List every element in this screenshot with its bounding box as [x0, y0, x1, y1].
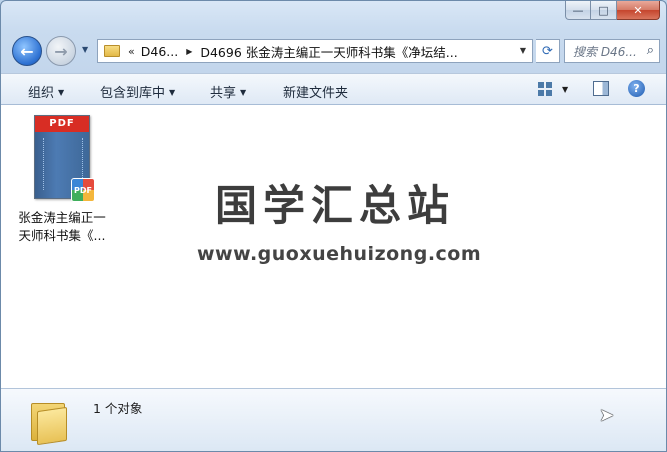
- address-dropdown-icon[interactable]: ▼: [520, 46, 526, 55]
- include-in-library-label: 包含到库中: [100, 86, 166, 101]
- breadcrumb-separator-icon[interactable]: ▶: [186, 47, 192, 56]
- file-name[interactable]: 张金涛主编正一 天师科书集《...: [11, 209, 113, 245]
- refresh-icon: ⟳: [542, 43, 553, 59]
- chevron-down-icon: ▼: [240, 88, 247, 97]
- share-label: 共享: [210, 86, 237, 101]
- pdf-app-badge-icon: PDF: [71, 178, 95, 202]
- recent-pages-dropdown-icon[interactable]: ▼: [82, 45, 88, 54]
- organize-label: 组织: [28, 86, 55, 101]
- chevron-down-icon: ▼: [169, 88, 176, 97]
- folder-icon: [104, 45, 120, 57]
- explorer-window: — □ ✕ ← → ▼ « D46... ▶ D4696 张金涛主编正一天师科书…: [0, 0, 667, 452]
- breadcrumb-current[interactable]: D4696 张金涛主编正一天师科书集《净坛结...: [200, 42, 457, 61]
- file-list[interactable]: PDF PDF 张金涛主编正一 天师科书集《... 国学汇总站 www.guox…: [1, 105, 666, 388]
- pdf-thumbnail-icon: PDF PDF: [34, 115, 95, 202]
- navigation-bar: ← → ▼ « D46... ▶ D4696 张金涛主编正一天师科书集《净坛结.…: [9, 34, 660, 68]
- file-item-pdf[interactable]: PDF PDF 张金涛主编正一 天师科书集《...: [11, 115, 113, 245]
- watermark: 国学汇总站 www.guoxuehuizong.com: [197, 181, 482, 265]
- close-button[interactable]: ✕: [617, 1, 660, 20]
- mouse-cursor-icon: ➤: [599, 405, 615, 426]
- maximize-button[interactable]: □: [591, 1, 617, 20]
- minimize-button[interactable]: —: [565, 1, 591, 20]
- pdf-thumb-label: PDF: [35, 116, 89, 132]
- search-placeholder: 搜索 D46...: [573, 44, 637, 59]
- address-bar[interactable]: « D46... ▶ D4696 张金涛主编正一天师科书集《净坛结... ▼: [97, 39, 533, 63]
- watermark-url: www.guoxuehuizong.com: [197, 243, 482, 265]
- folder-icon: [31, 399, 69, 446]
- chevron-down-icon: ▼: [58, 88, 65, 97]
- view-options-dropdown-icon[interactable]: ▼: [562, 85, 568, 94]
- file-name-line1: 张金涛主编正一: [18, 210, 106, 225]
- search-input[interactable]: 搜索 D46... ⌕: [564, 39, 660, 63]
- search-icon[interactable]: ⌕: [647, 43, 654, 58]
- watermark-title: 国学汇总站: [214, 181, 455, 230]
- item-count: 1 个对象: [93, 401, 143, 416]
- help-icon[interactable]: ?: [628, 80, 645, 97]
- refresh-button[interactable]: ⟳: [536, 39, 560, 63]
- details-pane: 1 个对象 ➤: [1, 388, 666, 451]
- forward-button[interactable]: →: [46, 36, 76, 66]
- breadcrumb-overflow[interactable]: «: [128, 45, 135, 58]
- new-folder-button[interactable]: 新建文件夹: [283, 82, 348, 101]
- back-button[interactable]: ←: [12, 36, 42, 66]
- share-menu[interactable]: 共享 ▼: [210, 82, 246, 101]
- preview-pane-icon[interactable]: [593, 81, 609, 96]
- breadcrumb-parent[interactable]: D46...: [141, 44, 178, 59]
- file-name-line2: 天师科书集《...: [18, 228, 106, 243]
- command-bar: 组织 ▼ 包含到库中 ▼ 共享 ▼ 新建文件夹 ▼ ?: [1, 73, 666, 105]
- caption-buttons: — □ ✕: [565, 1, 660, 20]
- change-view-icon[interactable]: [538, 82, 552, 96]
- organize-menu[interactable]: 组织 ▼: [28, 82, 64, 101]
- include-in-library-menu[interactable]: 包含到库中 ▼: [100, 82, 175, 101]
